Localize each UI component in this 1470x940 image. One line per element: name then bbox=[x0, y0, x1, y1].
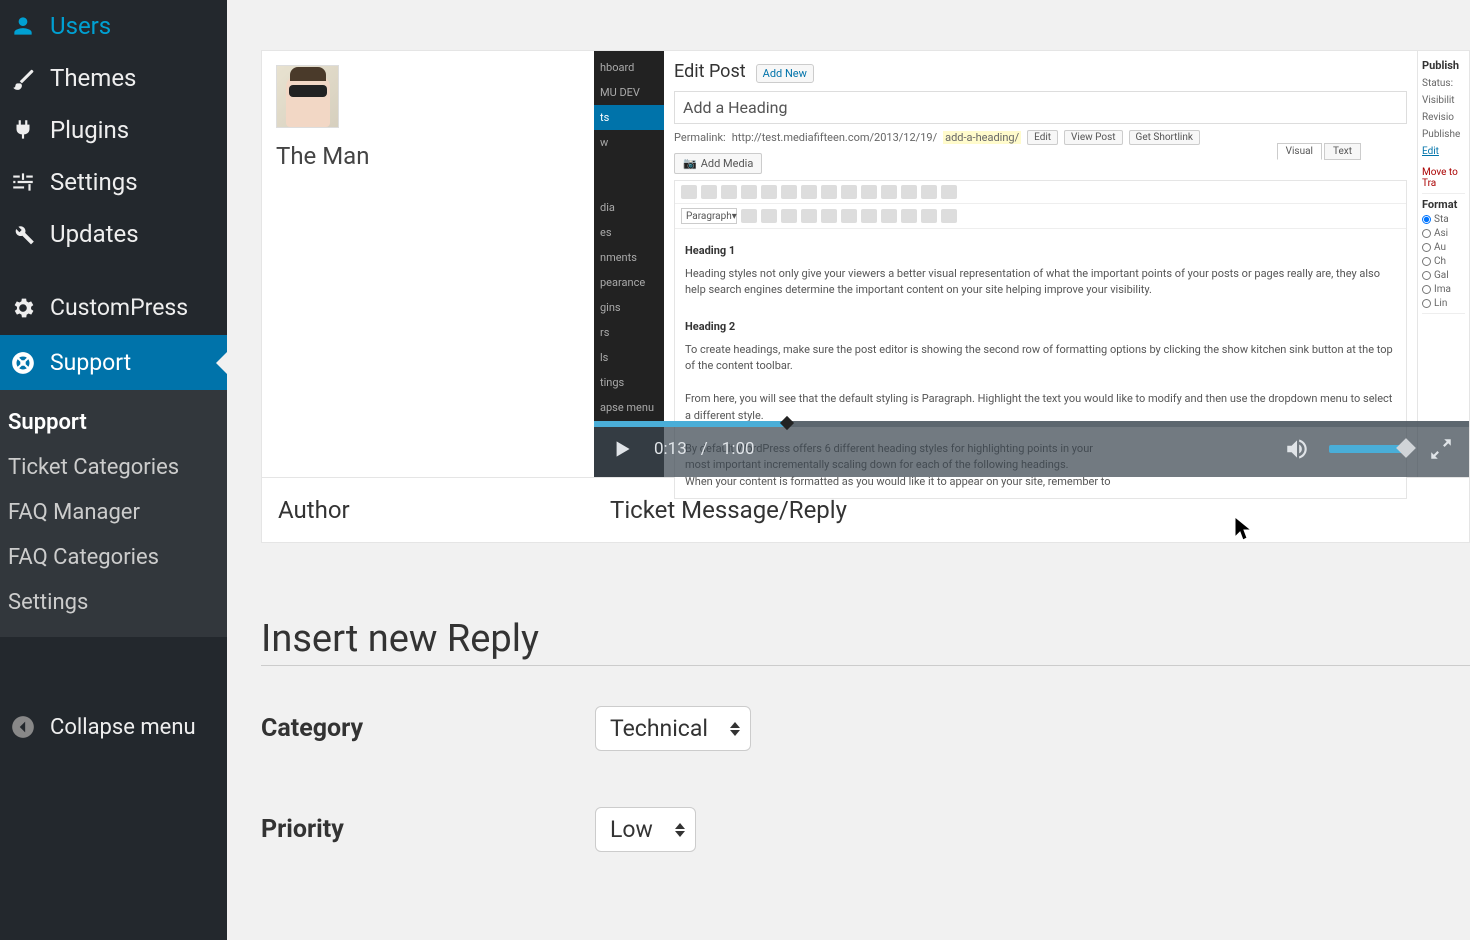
video-progress[interactable] bbox=[594, 421, 1469, 427]
category-select[interactable]: Technical bbox=[595, 706, 751, 751]
category-label: Category bbox=[261, 714, 595, 743]
video-wp-sidebar: hboard MU DEV ts w dia es nments pearanc… bbox=[594, 51, 664, 477]
sidebar-item-themes[interactable]: Themes bbox=[0, 52, 227, 104]
plug-icon bbox=[10, 117, 36, 143]
reply-title: Insert new Reply bbox=[261, 617, 1470, 666]
sidebar-submenu: Support Ticket Categories FAQ Manager FA… bbox=[0, 390, 227, 637]
submenu-item-faq-categories[interactable]: FAQ Categories bbox=[0, 535, 227, 580]
text-tab: Text bbox=[1324, 143, 1361, 160]
gear-icon bbox=[10, 295, 36, 321]
sidebar-item-users[interactable]: Users bbox=[0, 0, 227, 52]
editor-toolbar: Paragraph▾ bbox=[674, 180, 1407, 229]
video-player[interactable]: hboard MU DEV ts w dia es nments pearanc… bbox=[594, 51, 1469, 477]
ticket-media-col: hboard MU DEV ts w dia es nments pearanc… bbox=[594, 51, 1469, 477]
sidebar-item-label: Users bbox=[50, 12, 111, 40]
permalink-view: View Post bbox=[1064, 130, 1122, 145]
wrench-icon bbox=[10, 221, 36, 247]
chevron-up-down-icon bbox=[675, 823, 685, 837]
submenu-item-ticket-categories[interactable]: Ticket Categories bbox=[0, 445, 227, 490]
life-ring-icon bbox=[10, 350, 36, 376]
add-new-button: Add New bbox=[756, 64, 814, 83]
sidebar-item-label: Support bbox=[50, 349, 131, 376]
video-controls: 0:13/1:00 bbox=[594, 421, 1469, 477]
video-editor-main: Edit Post Add New Add a Heading Permalin… bbox=[664, 51, 1417, 477]
video-content: Edit Post Add New Add a Heading Permalin… bbox=[664, 51, 1469, 477]
users-icon bbox=[10, 13, 36, 39]
collapse-label: Collapse menu bbox=[50, 715, 196, 740]
collapse-menu[interactable]: Collapse menu bbox=[0, 702, 227, 940]
admin-sidebar: Users Themes Plugins Settings Updates Cu… bbox=[0, 0, 227, 940]
chevron-up-down-icon bbox=[730, 722, 740, 736]
sidebar-item-label: Settings bbox=[50, 168, 138, 196]
sidebar-item-plugins[interactable]: Plugins bbox=[0, 104, 227, 156]
volume-slider[interactable] bbox=[1329, 445, 1409, 453]
add-media-button: 📷 Add Media bbox=[674, 153, 762, 174]
collapse-icon bbox=[10, 714, 36, 740]
fullscreen-button[interactable] bbox=[1427, 435, 1455, 463]
sliders-icon bbox=[10, 169, 36, 195]
sidebar-item-label: Plugins bbox=[50, 116, 129, 144]
main-content: The Man hboard MU DEV ts w dia es nments bbox=[227, 0, 1470, 940]
submenu-item-support[interactable]: Support bbox=[0, 400, 227, 445]
ticket-card: The Man hboard MU DEV ts w dia es nments bbox=[261, 50, 1470, 543]
play-button[interactable] bbox=[608, 435, 636, 463]
sidebar-item-label: Themes bbox=[50, 64, 136, 92]
ticket-author-col: The Man bbox=[262, 51, 594, 477]
visual-tab: Visual bbox=[1277, 143, 1322, 160]
sidebar-item-label: Updates bbox=[50, 220, 139, 248]
author-name: The Man bbox=[276, 142, 580, 170]
post-title-input: Add a Heading bbox=[674, 91, 1407, 124]
footer-author-label: Author bbox=[262, 478, 594, 542]
sidebar-item-label: CustomPress bbox=[50, 294, 188, 321]
avatar bbox=[276, 65, 339, 128]
sidebar-item-custompress[interactable]: CustomPress bbox=[0, 280, 227, 335]
reply-section: Insert new Reply Category Technical Prio… bbox=[261, 617, 1470, 852]
brush-icon bbox=[10, 65, 36, 91]
priority-select[interactable]: Low bbox=[595, 807, 696, 852]
sidebar-item-settings[interactable]: Settings bbox=[0, 156, 227, 208]
submenu-item-faq-manager[interactable]: FAQ Manager bbox=[0, 490, 227, 535]
sidebar-item-updates[interactable]: Updates bbox=[0, 208, 227, 260]
video-time: 0:13/1:00 bbox=[654, 439, 755, 459]
volume-button[interactable] bbox=[1283, 435, 1311, 463]
permalink-edit: Edit bbox=[1027, 130, 1058, 145]
permalink-shortlink: Get Shortlink bbox=[1129, 130, 1200, 145]
video-meta-sidebar: Publish Status: Visibilit Revisio Publis… bbox=[1417, 51, 1469, 477]
editor-page-title: Edit Post bbox=[674, 61, 746, 82]
sidebar-item-support[interactable]: Support bbox=[0, 335, 227, 390]
submenu-item-settings[interactable]: Settings bbox=[0, 580, 227, 625]
priority-label: Priority bbox=[261, 815, 595, 844]
